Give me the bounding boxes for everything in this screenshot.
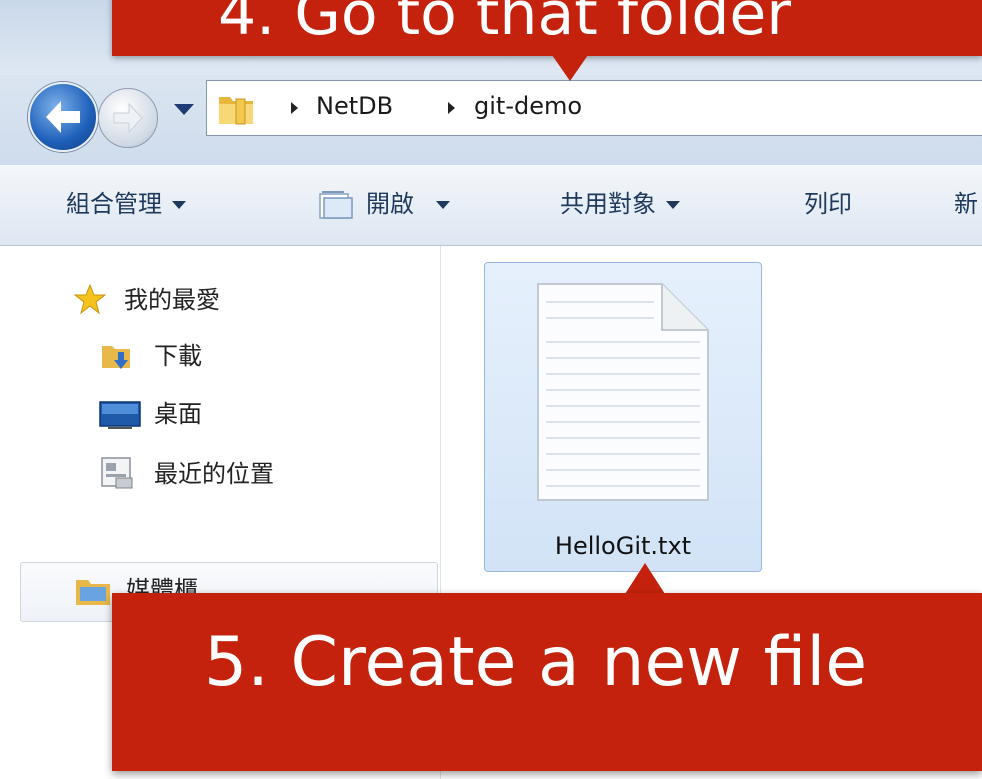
callout-pointer — [625, 563, 665, 594]
chevron-down-icon — [436, 201, 450, 209]
nav-item-desktop[interactable]: 桌面 — [154, 398, 202, 430]
recent-places-icon — [101, 457, 133, 489]
forward-arrow-icon — [113, 102, 143, 134]
back-arrow-icon — [46, 101, 80, 133]
breadcrumb-separator — [448, 102, 455, 114]
nav-item-recent-places[interactable]: 最近的位置 — [154, 458, 274, 490]
open-file-icon — [319, 191, 353, 219]
organize-button[interactable]: 組合管理 — [66, 188, 186, 220]
chevron-down-icon — [666, 201, 680, 209]
breadcrumb-netdb[interactable]: NetDB — [316, 90, 393, 122]
share-with-label: 共用對象 — [560, 190, 656, 218]
chevron-down-icon — [172, 201, 186, 209]
recent-pages-dropdown[interactable] — [174, 104, 194, 115]
text-file-icon — [537, 283, 709, 501]
callout-create-new-file: 5. Create a new file — [112, 593, 982, 771]
nav-item-downloads[interactable]: 下載 — [154, 340, 202, 372]
breadcrumb-git-demo[interactable]: git-demo — [474, 90, 582, 122]
organize-label: 組合管理 — [66, 190, 162, 218]
print-button[interactable]: 列印 — [804, 188, 852, 220]
file-name-label[interactable]: HelloGit.txt — [484, 530, 762, 562]
callout-go-to-folder: 4. Go to that folder — [112, 0, 982, 56]
breadcrumb-separator — [291, 102, 298, 114]
share-with-button[interactable]: 共用對象 — [560, 188, 680, 220]
folder-icon — [219, 97, 253, 125]
open-button[interactable]: 開啟 — [366, 188, 450, 220]
open-label: 開啟 — [366, 190, 414, 218]
libraries-icon — [76, 580, 110, 605]
back-button[interactable] — [28, 82, 98, 152]
desktop-icon — [99, 401, 141, 429]
new-folder-button[interactable]: 新 — [954, 188, 978, 220]
callout-pointer — [552, 55, 588, 81]
nav-item-favorites[interactable]: 我的最愛 — [124, 284, 220, 316]
forward-button[interactable] — [98, 88, 158, 148]
star-icon — [74, 283, 106, 315]
downloads-folder-icon — [102, 346, 130, 369]
